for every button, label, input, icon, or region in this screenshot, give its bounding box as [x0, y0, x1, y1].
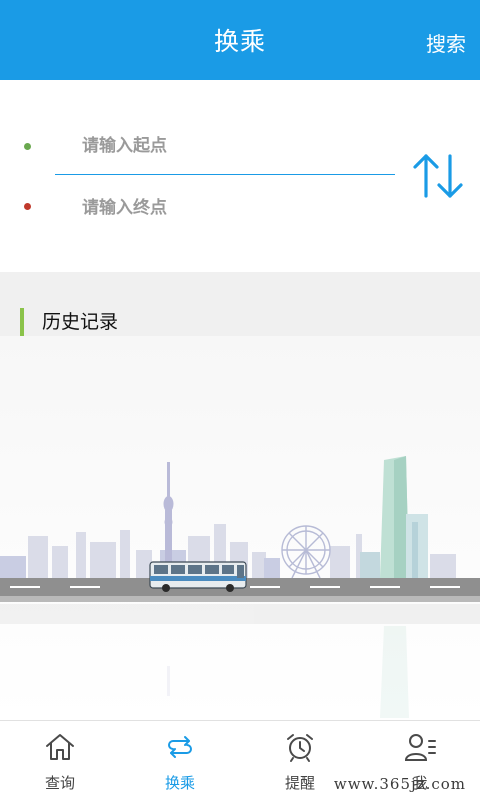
city-bus-illustration: [0, 336, 480, 720]
home-icon: [46, 734, 74, 760]
alarm-clock-icon: [287, 734, 313, 762]
search-button[interactable]: 搜索: [426, 28, 466, 57]
end-point-input[interactable]: 请输入终点: [82, 188, 392, 228]
bus-graphic: [149, 561, 247, 592]
tab-query[interactable]: 查询: [0, 721, 120, 800]
history-heading: 历史记录: [20, 308, 118, 336]
transfer-screen: 换乘 搜索 请输入起点 请输入终点 历史记录 查询 换乘 提醒 我 www.36…: [0, 0, 480, 800]
top-app-bar: 换乘 搜索: [0, 0, 480, 80]
tab-transfer[interactable]: 换乘: [120, 721, 240, 800]
start-point-dot: [24, 143, 31, 150]
site-watermark: www.365jz.com: [333, 775, 466, 793]
profile-list-icon: [404, 734, 436, 761]
route-form: [0, 80, 480, 272]
end-point-dot: [24, 203, 31, 210]
swap-direction-icon[interactable]: [412, 152, 464, 200]
skyline-illustration: [0, 456, 480, 718]
start-point-input[interactable]: 请输入起点: [82, 126, 392, 166]
page-title: 换乘: [213, 27, 266, 56]
tab-transfer-label: 换乘: [164, 774, 195, 792]
input-divider: [55, 174, 395, 175]
transfer-icon: [168, 736, 192, 758]
tab-query-label: 查询: [44, 774, 75, 792]
